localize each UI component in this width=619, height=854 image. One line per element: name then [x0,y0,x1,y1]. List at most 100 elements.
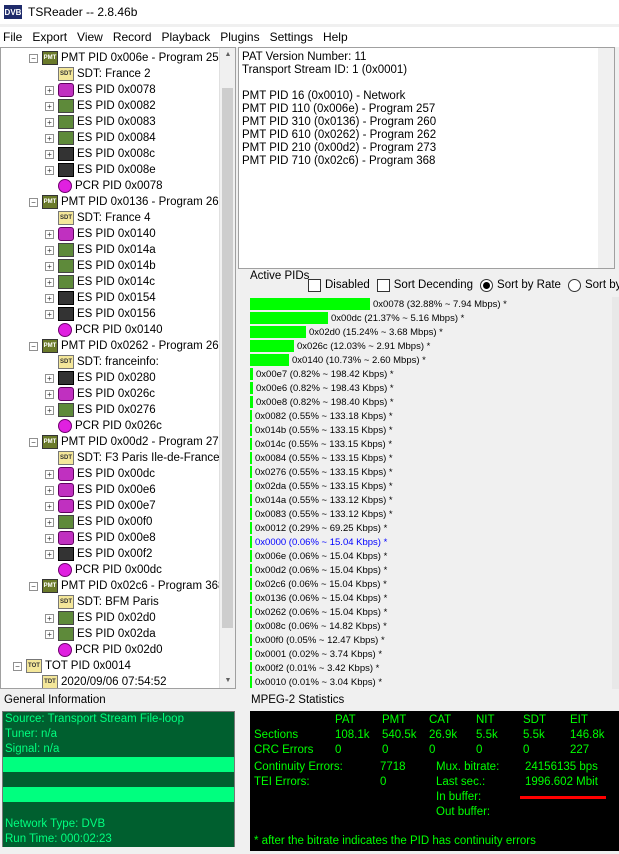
sort-by-rate-radio-icon[interactable] [480,278,494,292]
disabled-check-box-icon[interactable] [308,278,321,292]
tree-node[interactable]: + ES PID 0x0276 [45,402,156,418]
tree-node[interactable]: + ES PID 0x014c [45,274,155,290]
expand-icon[interactable]: + [45,373,54,383]
expand-icon[interactable]: + [45,501,54,511]
pid-row[interactable]: 0x00e6 (0.82% ~ 198.43 Kbps) * [250,381,394,395]
tree-node[interactable]: SDT SDT: France 4 [45,210,151,226]
tree-node[interactable]: + ES PID 0x02da [45,626,156,642]
pid-row[interactable]: 0x0078 (32.88% ~ 7.94 Mbps) * [250,297,507,311]
tree-node[interactable]: + ES PID 0x0154 [45,290,156,306]
expand-icon[interactable]: + [45,485,54,495]
tree-node[interactable]: PCR PID 0x0140 [45,322,163,338]
stream-tree[interactable]: − PMT PMT PID 0x006e - Program 257 SDT SDT: … [0,47,236,689]
tree-node[interactable]: + ES PID 0x00e7 [45,498,156,514]
pid-row[interactable]: 0x00f0 (0.05% ~ 12.47 Kbps) * [250,633,385,647]
tree-node[interactable]: PCR PID 0x0078 [45,178,163,194]
pid-row[interactable]: 0x008c (0.06% ~ 14.82 Kbps) * [250,619,387,633]
pid-row[interactable]: 0x00dc (21.37% ~ 5.16 Mbps) * [250,311,464,325]
tree-node[interactable]: TDT 2020/09/06 07:54:52 [29,674,167,688]
expand-icon[interactable]: + [45,149,54,159]
expand-icon[interactable]: + [45,117,54,127]
scroll-down-icon[interactable]: ▼ [220,674,235,688]
tree-node[interactable]: + ES PID 0x00f0 [45,514,152,530]
tree-node[interactable]: PCR PID 0x00dc [45,562,162,578]
sort-descending-check-box-icon[interactable] [376,278,390,292]
expand-icon[interactable]: + [45,101,54,111]
tree-node[interactable]: − PMT PMT PID 0x02c6 - Program 368 [29,578,224,594]
tree-node[interactable]: − PMT PMT PID 0x00d2 - Program 273 [29,434,225,450]
sort-by-pid-radio[interactable]: Sort by PID [567,278,619,292]
tree-scroll-thumb[interactable] [222,88,233,628]
tree-node[interactable]: − PMT PMT PID 0x0262 - Program 262 [29,338,225,354]
menu-plugins[interactable]: Plugins [215,27,264,47]
menu-export[interactable]: Export [27,27,72,47]
tree-node[interactable]: SDT SDT: franceinfo: [45,354,159,370]
collapse-icon[interactable]: − [29,437,38,447]
pid-row[interactable]: 0x0136 (0.06% ~ 15.04 Kbps) * [250,591,387,605]
expand-icon[interactable]: + [45,405,54,415]
pid-row[interactable]: 0x00d2 (0.06% ~ 15.04 Kbps) * [250,563,387,577]
tree-node[interactable]: + ES PID 0x008e [45,162,156,178]
pid-row[interactable]: 0x02c6 (0.06% ~ 15.04 Kbps) * [250,577,387,591]
tree-node[interactable]: + ES PID 0x0078 [45,82,156,98]
pid-row[interactable]: 0x00e8 (0.82% ~ 198.40 Kbps) * [250,395,394,409]
scroll-up-icon[interactable]: ▲ [220,48,235,62]
tree-node[interactable]: + ES PID 0x014b [45,258,156,274]
sort-descending-checkbox[interactable]: Sort Decending [376,278,473,292]
tsreader-app-icon[interactable]: DVB [4,5,22,19]
expand-icon[interactable]: + [45,85,54,95]
menu-record[interactable]: Record [108,27,157,47]
tree-node[interactable]: + ES PID 0x00e8 [45,530,156,546]
pat-info-pane[interactable]: PAT Version Number: 11 Transport Stream I… [238,47,615,269]
tree-node[interactable]: + ES PID 0x0280 [45,370,156,386]
pid-row[interactable]: 0x014a (0.55% ~ 133.12 Kbps) * [250,493,393,507]
menu-playback[interactable]: Playback [157,27,216,47]
disabled-checkbox[interactable]: Disabled [308,278,370,292]
expand-icon[interactable]: + [45,165,54,175]
pid-row[interactable]: 0x0082 (0.55% ~ 133.18 Kbps) * [250,409,393,423]
tree-node[interactable]: + ES PID 0x0084 [45,130,156,146]
expand-icon[interactable]: + [45,533,54,543]
expand-icon[interactable]: + [45,133,54,143]
sort-by-rate-radio[interactable]: Sort by Rate [480,278,561,292]
pid-row[interactable]: 0x026c (12.03% ~ 2.91 Mbps) * [250,339,430,353]
expand-icon[interactable]: + [45,517,54,527]
info-scrollbar[interactable] [598,48,614,268]
tree-node[interactable]: − PMT PMT PID 0x0136 - Program 260 [29,194,225,210]
expand-icon[interactable]: + [45,613,54,623]
pid-row[interactable]: 0x014c (0.55% ~ 133.15 Kbps) * [250,437,392,451]
expand-icon[interactable]: + [45,309,54,319]
menu-view[interactable]: View [72,27,108,47]
pid-row[interactable]: 0x0262 (0.06% ~ 15.04 Kbps) * [250,605,387,619]
tree-scrollbar[interactable]: ▲ ▼ [219,48,235,688]
tree-node[interactable]: + ES PID 0x0140 [45,226,156,242]
active-pids-list[interactable]: 0x0078 (32.88% ~ 7.94 Mbps) * 0x00dc (21.… [250,297,610,689]
tree-node[interactable]: + ES PID 0x014a [45,242,156,258]
tree-node[interactable]: + ES PID 0x00f2 [45,546,152,562]
pid-row[interactable]: 0x0140 (10.73% ~ 2.60 Mbps) * [250,353,426,367]
expand-icon[interactable]: + [45,229,54,239]
expand-icon[interactable]: + [45,245,54,255]
pid-row[interactable]: 0x006e (0.06% ~ 15.04 Kbps) * [250,549,387,563]
expand-icon[interactable]: + [45,549,54,559]
expand-icon[interactable]: + [45,469,54,479]
pid-row[interactable]: 0x02d0 (15.24% ~ 3.68 Mbps) * [250,325,443,339]
pid-row[interactable]: 0x00f2 (0.01% ~ 3.42 Kbps) * [250,661,379,675]
tree-node[interactable]: + ES PID 0x00e6 [45,482,156,498]
tree-node[interactable]: − TOT TOT PID 0x0014 [13,658,131,674]
pid-row[interactable]: 0x0276 (0.55% ~ 133.15 Kbps) * [250,465,393,479]
expand-icon[interactable]: + [45,293,54,303]
tree-node[interactable]: SDT SDT: France 2 [45,66,151,82]
expand-icon[interactable]: + [45,389,54,399]
menu-file[interactable]: File [0,27,27,47]
pid-list-scrollbar[interactable] [612,297,619,689]
pid-row[interactable]: 0x0012 (0.29% ~ 69.25 Kbps) * [250,521,387,535]
tree-node[interactable]: + ES PID 0x0083 [45,114,156,130]
tree-node[interactable]: − PMT PMT PID 0x006e - Program 257 [29,50,225,66]
collapse-icon[interactable]: − [29,53,38,63]
expand-icon[interactable]: + [45,261,54,271]
tree-node[interactable]: + ES PID 0x0082 [45,98,156,114]
tree-node[interactable]: PCR PID 0x02d0 [45,642,163,658]
collapse-icon[interactable]: − [29,197,38,207]
expand-icon[interactable]: + [45,629,54,639]
